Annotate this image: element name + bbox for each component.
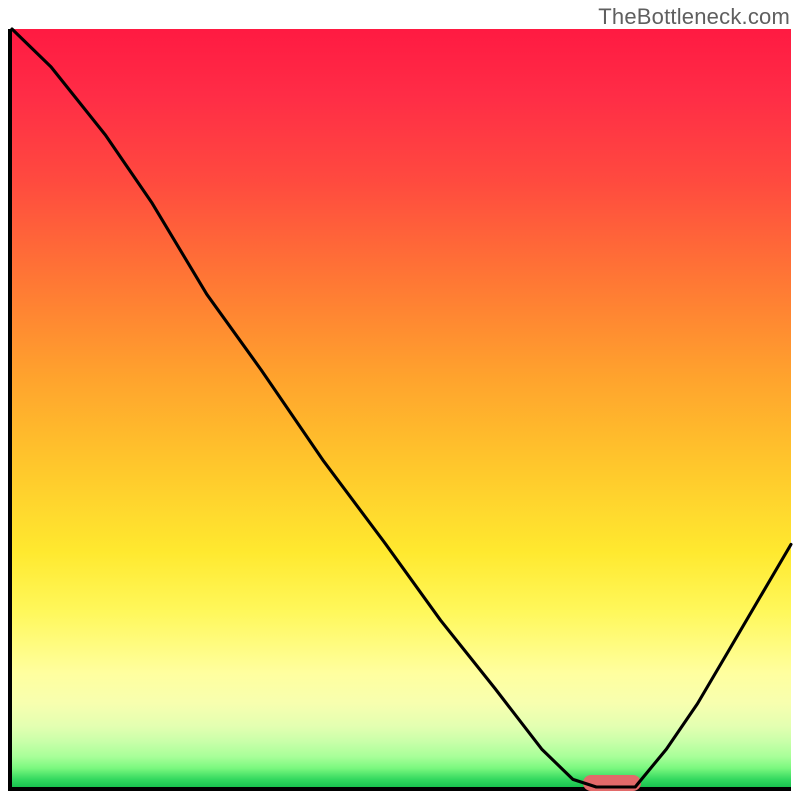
watermark-text: TheBottleneck.com <box>598 4 790 30</box>
chart-stage: TheBottleneck.com <box>0 0 800 800</box>
plot-area <box>8 29 791 791</box>
bottleneck-curve <box>12 29 791 787</box>
